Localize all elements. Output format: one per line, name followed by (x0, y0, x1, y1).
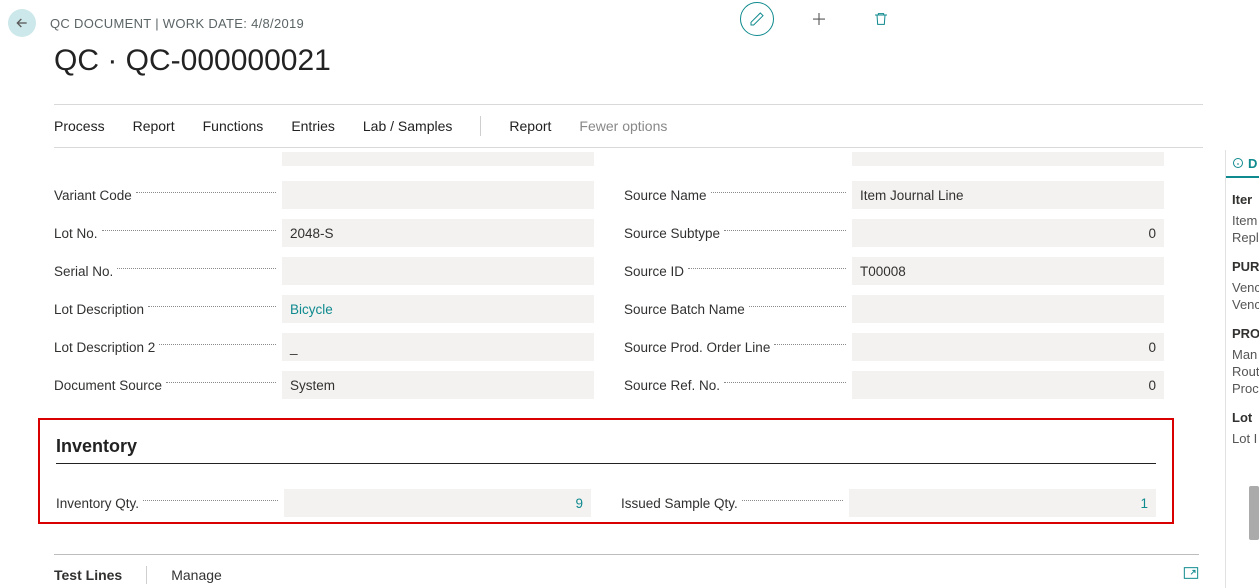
label-document-source: Document Source (54, 378, 162, 393)
field-lot-description[interactable]: Bicycle (282, 295, 594, 323)
field-source-id[interactable]: T00008 (852, 257, 1164, 285)
label-serial-no: Serial No. (54, 264, 113, 279)
label-lot-description-2: Lot Description 2 (54, 340, 155, 355)
label-source-name: Source Name (624, 188, 707, 203)
factbox-routing: Rout (1232, 364, 1259, 379)
scrollbar-thumb[interactable] (1249, 486, 1259, 540)
field-lot-no[interactable]: 2048-S (282, 219, 594, 247)
label-lot-description: Lot Description (54, 302, 144, 317)
new-button[interactable] (802, 2, 836, 36)
factbox-details-tab[interactable]: D (1226, 150, 1259, 178)
label-source-id: Source ID (624, 264, 684, 279)
factbox-purchase-header: PUR (1232, 259, 1259, 274)
field-lot-description-2[interactable]: _ (282, 333, 594, 361)
field-stub (852, 152, 1164, 166)
factbox-item-no: Item (1232, 213, 1259, 228)
label-lot-no: Lot No. (54, 226, 98, 241)
menu-report-2[interactable]: Report (509, 118, 551, 134)
inventory-title: Inventory (56, 436, 1156, 457)
expand-icon (1183, 566, 1199, 580)
label-inventory-qty: Inventory Qty. (56, 496, 139, 511)
fewer-options[interactable]: Fewer options (579, 118, 667, 134)
field-variant-code[interactable] (282, 181, 594, 209)
field-source-subtype[interactable]: 0 (852, 219, 1164, 247)
factbox-vendor-item: Venc (1232, 297, 1259, 312)
testlines-title: Test Lines (54, 567, 122, 583)
field-serial-no[interactable] (282, 257, 594, 285)
menu-functions[interactable]: Functions (203, 118, 264, 134)
testlines-section: Test Lines Manage (54, 554, 1199, 588)
factbox-lot-header: Lot (1232, 410, 1259, 425)
field-source-name[interactable]: Item Journal Line (852, 181, 1164, 209)
factbox-vendor-no: Venc (1232, 280, 1259, 295)
testlines-manage[interactable]: Manage (171, 567, 222, 583)
separator (146, 566, 147, 584)
menu-entries[interactable]: Entries (291, 118, 335, 134)
expand-subgrid-button[interactable] (1183, 566, 1199, 583)
label-issued-sample-qty: Issued Sample Qty. (621, 496, 738, 511)
label-source-subtype: Source Subtype (624, 226, 720, 241)
factbox-replenishment: Repl (1232, 230, 1259, 245)
menu-report[interactable]: Report (133, 118, 175, 134)
plus-icon (810, 10, 828, 28)
label-source-prod-order-line: Source Prod. Order Line (624, 340, 770, 355)
trash-icon (873, 11, 889, 27)
field-document-source[interactable]: System (282, 371, 594, 399)
page-title: QC · QC-000000021 (54, 44, 331, 78)
factbox-prod-bom: Proc (1232, 381, 1259, 396)
label-source-batch-name: Source Batch Name (624, 302, 745, 317)
field-source-batch-name[interactable] (852, 295, 1164, 323)
breadcrumb: QC DOCUMENT | WORK DATE: 4/8/2019 (50, 16, 304, 31)
edit-button[interactable] (740, 2, 774, 36)
factbox-production-header: PRO (1232, 326, 1259, 341)
field-stub (282, 152, 594, 166)
menu-separator (480, 116, 481, 136)
menu-lab-samples[interactable]: Lab / Samples (363, 118, 453, 134)
arrow-left-icon (14, 15, 30, 31)
pencil-icon (749, 11, 765, 27)
inventory-section: Inventory Inventory Qty. 9 Issued Sample… (38, 418, 1174, 524)
field-source-ref-no[interactable]: 0 (852, 371, 1164, 399)
label-variant-code: Variant Code (54, 188, 132, 203)
menu-process[interactable]: Process (54, 118, 105, 134)
label-source-ref-no: Source Ref. No. (624, 378, 720, 393)
factbox-item-header: Iter (1232, 192, 1259, 207)
delete-button[interactable] (864, 2, 898, 36)
info-icon (1232, 157, 1244, 169)
action-menubar: Process Report Functions Entries Lab / S… (54, 104, 1203, 148)
field-inventory-qty[interactable]: 9 (284, 489, 591, 517)
factbox-mfg-policy: Man (1232, 347, 1259, 362)
field-source-prod-order-line[interactable]: 0 (852, 333, 1164, 361)
back-button[interactable] (8, 9, 36, 37)
factbox-lot-no: Lot I (1232, 431, 1259, 446)
field-issued-sample-qty[interactable]: 1 (849, 489, 1156, 517)
